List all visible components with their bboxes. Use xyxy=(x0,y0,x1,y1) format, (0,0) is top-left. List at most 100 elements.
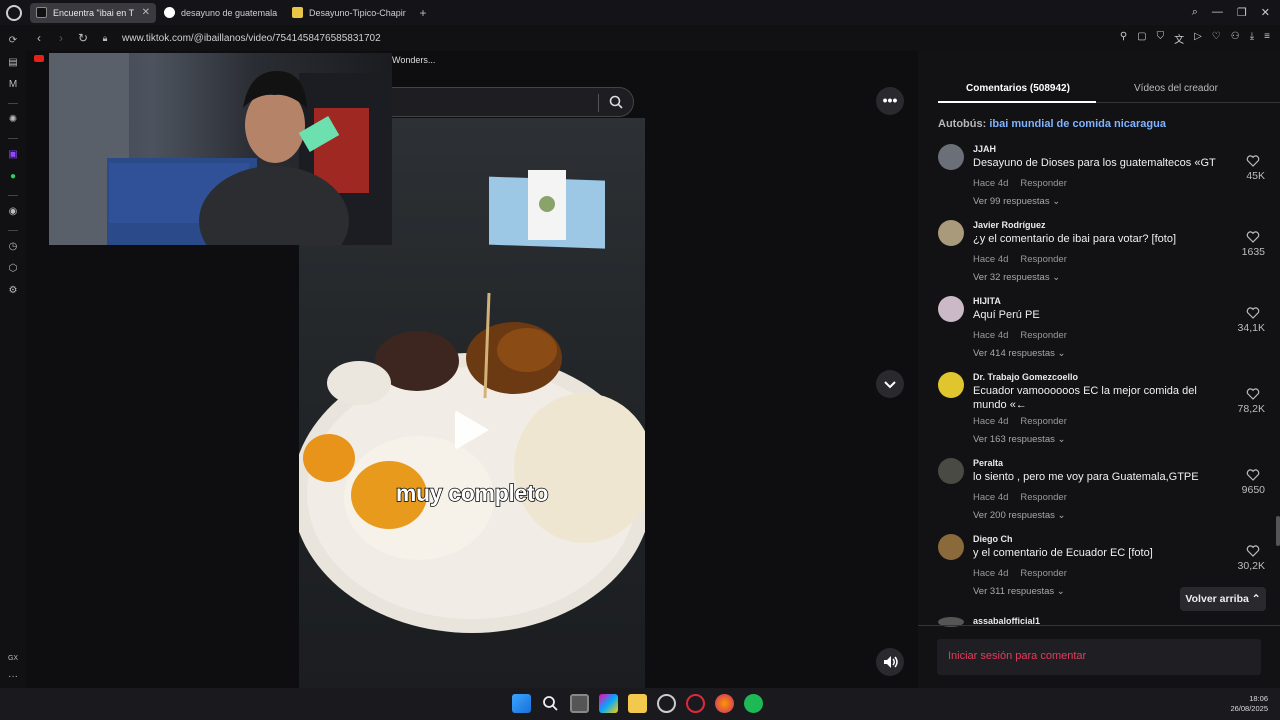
search-icon[interactable] xyxy=(609,95,623,109)
close-tab-icon[interactable]: ✕ xyxy=(142,7,150,18)
tab-tiktok-search[interactable]: Encuentra "ibai en T ✕ xyxy=(30,2,156,23)
reload-icon[interactable]: ↻ xyxy=(74,31,92,45)
menu-icon[interactable]: ≡ xyxy=(1264,31,1270,46)
avatar[interactable] xyxy=(938,534,964,560)
comments-panel: Comentarios (508942) Vídeos del creador … xyxy=(918,51,1280,688)
extensions-icon[interactable]: ⬡ xyxy=(7,263,19,275)
comment-time: Hace 4d xyxy=(973,178,1009,189)
search-icon[interactable] xyxy=(541,694,560,713)
mail-icon[interactable]: M xyxy=(7,79,19,91)
comment-username[interactable]: Peralta xyxy=(973,458,1003,468)
scrollbar[interactable] xyxy=(1276,516,1280,546)
lock-icon: 🔒︎ xyxy=(102,32,108,43)
comment-username[interactable]: HIJITA xyxy=(973,296,1001,306)
clock-date: 26/08/2025 xyxy=(1230,704,1268,713)
minimize-icon[interactable]: — xyxy=(1212,6,1223,19)
heart-icon[interactable] xyxy=(1246,544,1260,558)
heart-icon[interactable] xyxy=(1246,468,1260,482)
twitch-icon[interactable]: ▣ xyxy=(7,149,19,161)
play-icon[interactable]: ▷ xyxy=(1194,31,1202,46)
list-item: Javier Rodríguez ¿y el comentario de ibai… xyxy=(938,220,1268,290)
pin-icon[interactable]: ⚲ xyxy=(1120,31,1127,46)
next-video-button[interactable] xyxy=(876,370,904,398)
view-replies-button[interactable]: Ver 200 respuestas ⌄ xyxy=(973,510,1065,521)
view-replies-button[interactable]: Ver 99 respuestas ⌄ xyxy=(973,196,1060,207)
comment-meta: Hace 4d Responder xyxy=(973,330,1079,341)
comment-username[interactable]: JJAH xyxy=(973,144,996,154)
back-icon[interactable]: ‹ xyxy=(30,31,48,45)
back-to-top-button[interactable]: Volver arriba ⌃ xyxy=(1180,587,1266,611)
volume-button[interactable] xyxy=(876,648,904,676)
avatar[interactable] xyxy=(938,296,964,322)
spotify-sidebar-icon[interactable]: ◉ xyxy=(7,206,19,218)
reply-button[interactable]: Responder xyxy=(1020,568,1066,579)
tab-creator-videos[interactable]: Vídeos del creador xyxy=(1134,83,1218,94)
youtube-bookmark-icon[interactable] xyxy=(34,55,44,62)
account-icon[interactable]: ⚇ xyxy=(1231,31,1240,46)
avatar[interactable] xyxy=(938,144,964,170)
gx-control-icon[interactable]: ⟳ xyxy=(7,35,19,47)
new-tab-button[interactable]: + xyxy=(414,6,432,20)
view-replies-button[interactable]: Ver 414 respuestas ⌄ xyxy=(973,348,1065,359)
webcam-image xyxy=(49,53,392,245)
task-view-icon[interactable] xyxy=(570,694,589,713)
download-icon[interactable]: ⤓ xyxy=(1250,31,1254,46)
comment-username[interactable]: Diego Ch xyxy=(973,534,1013,544)
settings-icon[interactable]: ⚙ xyxy=(7,285,19,297)
suggestion-link[interactable]: ibai mundial de comida nicaragua xyxy=(989,118,1166,130)
heart-icon[interactable] xyxy=(1246,387,1260,401)
avatar[interactable] xyxy=(938,220,964,246)
close-window-icon[interactable]: ✕ xyxy=(1261,6,1270,19)
tab-desayuno-page[interactable]: Desayuno-Tipico-Chapin xyxy=(286,3,412,23)
system-clock[interactable]: 18:06 26/08/2025 xyxy=(1230,694,1268,714)
comment-username[interactable]: Javier Rodríguez xyxy=(973,220,1046,230)
video-caption: muy completo xyxy=(395,479,549,507)
start-icon[interactable] xyxy=(512,694,531,713)
reply-button[interactable]: Responder xyxy=(1020,178,1066,189)
heart-icon[interactable] xyxy=(1246,230,1260,244)
history-icon[interactable]: ◷ xyxy=(7,241,19,253)
chatgpt-icon[interactable]: ✺ xyxy=(7,114,19,126)
more-options-button[interactable]: ••• xyxy=(876,87,904,115)
bookmark-item[interactable]: Wonders... xyxy=(392,55,435,65)
opera-gx-app-icon[interactable] xyxy=(686,694,705,713)
tab-google-search[interactable]: desayuno de guatemala xyxy=(158,3,284,23)
search-suggestion[interactable]: Autobús: ibai mundial de comida nicaragu… xyxy=(938,118,1166,130)
search-bar[interactable] xyxy=(372,87,634,117)
avatar[interactable] xyxy=(938,458,964,484)
url-field[interactable]: www.tiktok.com/@ibaillanos/video/7541458… xyxy=(122,33,381,44)
reply-button[interactable]: Responder xyxy=(1020,330,1066,341)
comment-username[interactable]: Dr. Trabajo Gomezcoello xyxy=(973,372,1078,382)
avatar[interactable] xyxy=(938,372,964,398)
shield-icon[interactable]: ⛉ xyxy=(1157,31,1165,46)
snapshot-icon[interactable]: ▢ xyxy=(1137,31,1146,46)
play-icon[interactable] xyxy=(455,410,489,450)
view-replies-button[interactable]: Ver 311 respuestas ⌄ xyxy=(973,586,1065,597)
view-replies-button[interactable]: Ver 32 respuestas ⌄ xyxy=(973,272,1060,283)
chatgpt-app-icon[interactable] xyxy=(657,694,676,713)
whatsapp-icon[interactable]: ● xyxy=(7,171,19,183)
more-options-icon[interactable]: ··· xyxy=(8,671,18,682)
heart-icon[interactable] xyxy=(1246,154,1260,168)
forward-icon[interactable]: › xyxy=(52,31,70,45)
copilot-icon[interactable] xyxy=(599,694,618,713)
tab-comments[interactable]: Comentarios (508942) xyxy=(966,83,1070,94)
gx-label-icon[interactable]: GX xyxy=(8,655,18,662)
reply-button[interactable]: Responder xyxy=(1020,254,1066,265)
login-to-comment-box[interactable]: Iniciar sesión para comentar xyxy=(937,639,1261,675)
opera-gx-logo-icon[interactable] xyxy=(6,4,22,21)
maximize-icon[interactable]: ❐ xyxy=(1237,6,1247,19)
firefox-icon[interactable] xyxy=(715,694,734,713)
file-explorer-icon[interactable] xyxy=(628,694,647,713)
reply-button[interactable]: Responder xyxy=(1020,416,1066,427)
heart-icon[interactable]: ♡ xyxy=(1212,31,1221,46)
reply-button[interactable]: Responder xyxy=(1020,492,1066,503)
translate-icon[interactable]: 文 xyxy=(1174,31,1184,46)
tiktok-main-area: Wonders... muy completo ••• xyxy=(26,51,918,688)
view-replies-button[interactable]: Ver 163 respuestas ⌄ xyxy=(973,434,1065,445)
spotify-icon[interactable] xyxy=(744,694,763,713)
login-prompt-text[interactable]: Iniciar sesión para comentar xyxy=(948,650,1086,662)
gx-corner-icon[interactable]: ▤ xyxy=(7,57,19,69)
heart-icon[interactable] xyxy=(1246,306,1260,320)
search-tabs-icon[interactable]: ⌕ xyxy=(1192,6,1198,19)
